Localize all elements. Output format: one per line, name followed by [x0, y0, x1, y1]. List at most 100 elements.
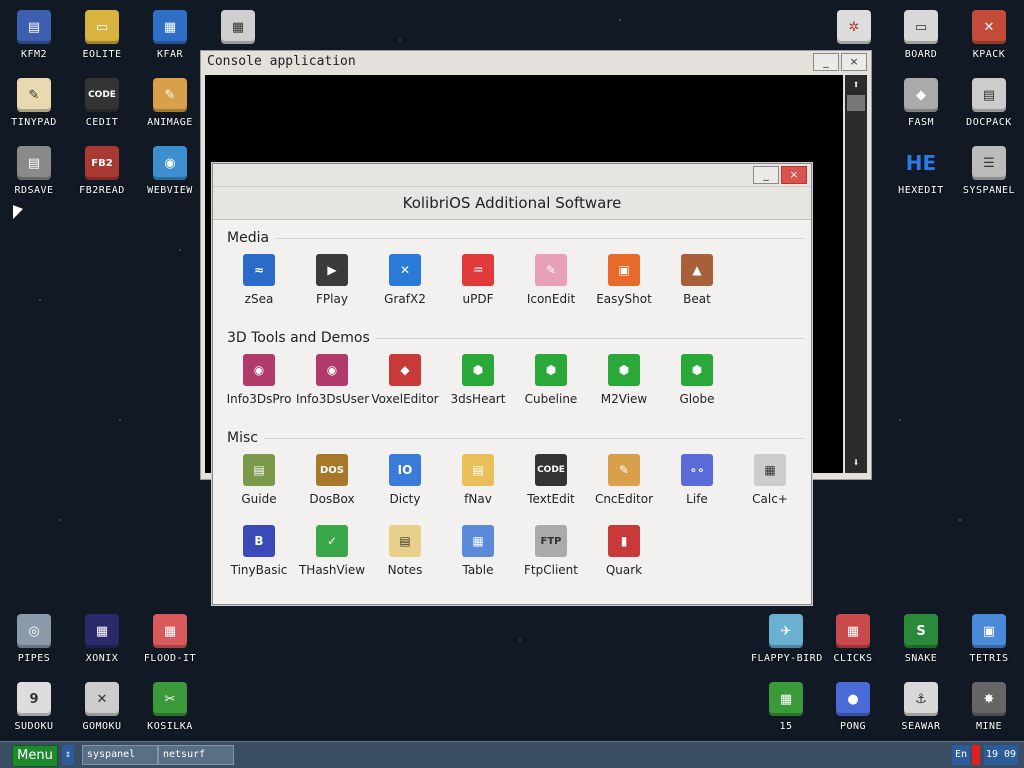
desktop-icon-kfar[interactable]: ▦ KFAR [136, 4, 204, 70]
desktop-icon-label: TINYPAD [11, 117, 57, 128]
file-navigator-icon: ▤ [462, 454, 494, 486]
app-quark[interactable]: ▮ Quark [588, 525, 660, 577]
scroll-down-icon[interactable]: ⬇ [845, 453, 867, 473]
desktop-icon-board[interactable]: ▭ BOARD [887, 4, 955, 70]
app-grafx2[interactable]: ✕ GrafX2 [369, 254, 441, 306]
app-label: Globe [679, 392, 715, 406]
desktop-icon-rdsave[interactable]: ▤ RDSAVE [0, 140, 68, 206]
app-iconedit[interactable]: ✎ IconEdit [515, 254, 587, 306]
desktop-icon-label: FASM [907, 117, 935, 128]
desktop-icon-debug[interactable]: ✲ [820, 4, 888, 44]
app-beat[interactable]: ▲ Beat [661, 254, 733, 306]
app-easyshot[interactable]: ▣ EasyShot [588, 254, 660, 306]
app-info3dspro[interactable]: ◉ Info3DsPro [223, 354, 295, 406]
app-fnav[interactable]: ▤ fNav [442, 454, 514, 506]
desktop-icon-tinypad[interactable]: ✎ TINYPAD [0, 72, 68, 138]
console-scrollbar[interactable]: ⬆ ⬇ [845, 75, 867, 473]
desktop-icon-mine[interactable]: ✸ MINE [955, 676, 1023, 742]
app-fplay[interactable]: ▶ FPlay [296, 254, 368, 306]
globe-icon: ◉ [153, 146, 187, 180]
fifteen-puzzle-icon: ▦ [769, 682, 803, 716]
desktop-icon-seawar[interactable]: ⚓ SEAWAR [887, 676, 955, 742]
desktop-icon-tetris[interactable]: ▣ TETRIS [955, 608, 1023, 674]
desktop-icon-sudoku[interactable]: 9 SUDOKU [0, 676, 68, 742]
language-indicator[interactable]: En [952, 745, 970, 765]
app-label: Life [686, 492, 708, 506]
app-ftpclient[interactable]: FTP FtpClient [515, 525, 587, 577]
desktop-icon-kfm2[interactable]: ▤ KFM2 [0, 4, 68, 70]
desktop-icon-flood-it[interactable]: ▦ FLOOD-IT [136, 608, 204, 674]
app-label: Calc+ [752, 492, 788, 506]
disk-save-icon: ▤ [17, 146, 51, 180]
app-cubeline[interactable]: ⬢ Cubeline [515, 354, 587, 406]
desktop-icon-syspanel[interactable]: ☰ SYSPANEL [955, 140, 1023, 206]
additional-software-window[interactable]: _ × KolibriOS Additional Software Media … [212, 163, 812, 605]
app-label: Info3DsUser [296, 392, 370, 406]
desktop-icon-gomoku[interactable]: ✕ GOMOKU [68, 676, 136, 742]
section-misc: Misc [227, 430, 805, 446]
basic-icon: B [243, 525, 275, 557]
app-textedit[interactable]: CODE TextEdit [515, 454, 587, 506]
app-3dsheart[interactable]: ⬢ 3dsHeart [442, 354, 514, 406]
desktop-icon-eolite[interactable]: ▭ EOLITE [68, 4, 136, 70]
menu-button[interactable]: Menu [12, 745, 58, 767]
app-cnceditor[interactable]: ✎ CncEditor [588, 454, 660, 506]
clock[interactable]: 19 09 [984, 745, 1018, 765]
minimize-button[interactable]: _ [753, 166, 779, 184]
teapot-icon: ◉ [243, 354, 275, 386]
app-label: FtpClient [524, 563, 578, 577]
desktop-icon-webview[interactable]: ◉ WEBVIEW [136, 140, 204, 206]
app-label: Dicty [389, 492, 421, 506]
app-tinybasic[interactable]: B TinyBasic [223, 525, 295, 577]
task-syspanel[interactable]: syspanel [82, 745, 158, 765]
code-icon: CODE [535, 454, 567, 486]
desktop-icon-15[interactable]: ▦ 15 [751, 676, 821, 742]
xonix-icon: ▦ [85, 614, 119, 648]
desktop-icon-clicks[interactable]: ▦ CLICKS [819, 608, 887, 674]
desktop-icon-xonix[interactable]: ▦ XONIX [68, 608, 136, 674]
app-dosbox[interactable]: DOS DosBox [296, 454, 368, 506]
close-button[interactable]: × [841, 53, 867, 71]
desktop-icon-fb2read[interactable]: FB2 FB2READ [68, 140, 136, 206]
taskbar: Menu ⇕ syspanel netsurf En 19 09 [0, 741, 1024, 768]
bird-icon: ✈ [769, 614, 803, 648]
app-thashview[interactable]: ✓ THashView [296, 525, 368, 577]
desktop-icon-label: KFM2 [20, 49, 48, 60]
folder-icon: ▭ [85, 10, 119, 44]
scroll-up-icon[interactable]: ⬆ [845, 75, 867, 95]
app-notes[interactable]: ▤ Notes [369, 525, 441, 577]
metronome-icon: ▲ [681, 254, 713, 286]
task-netsurf[interactable]: netsurf [158, 745, 234, 765]
close-button[interactable]: × [781, 166, 807, 184]
notebook-icon: ▮ [608, 525, 640, 557]
desktop-icon-pipes[interactable]: ◎ PIPES [0, 608, 68, 674]
desktop-icon-label: SNAKE [904, 653, 938, 664]
app-table[interactable]: ▦ Table [442, 525, 514, 577]
desktop-icon-docpack[interactable]: ▤ DOCPACK [955, 72, 1023, 138]
app-voxeleditor[interactable]: ◆ VoxelEditor [369, 354, 441, 406]
desktop-icon-kosilka[interactable]: ✂ KOSILKA [136, 676, 204, 742]
app-zsea[interactable]: ≈ zSea [223, 254, 295, 306]
minimize-button[interactable]: _ [813, 53, 839, 71]
desktop-icon-pong[interactable]: ● PONG [819, 676, 887, 742]
app-life[interactable]: ∘∘ Life [661, 454, 733, 506]
app-calc-plus[interactable]: ▦ Calc+ [734, 454, 806, 506]
desktop-icon-kpack[interactable]: ✕ KPACK [955, 4, 1023, 70]
desktop-icon-hexedit[interactable]: HE HEXEDIT [887, 140, 955, 206]
app-updf[interactable]: ♒ uPDF [442, 254, 514, 306]
app-globe[interactable]: ⬢ Globe [661, 354, 733, 406]
desktop-icon-animage[interactable]: ✎ ANIMAGE [136, 72, 204, 138]
app-m2view[interactable]: ⬢ M2View [588, 354, 660, 406]
app-guide[interactable]: ▤ Guide [223, 454, 295, 506]
app-dicty[interactable]: IO Dicty [369, 454, 441, 506]
desktop-icon-snake[interactable]: S SNAKE [887, 608, 955, 674]
scroll-thumb[interactable] [847, 95, 865, 111]
desktop-icon-fasm[interactable]: ◆ FASM [887, 72, 955, 138]
desktop-icon-flappy-bird[interactable]: ✈ FLAPPY-BIRD [751, 608, 822, 674]
desktop-icon-calculator[interactable]: ▦ [204, 4, 272, 44]
desktop-icon-cedit[interactable]: CODE CEDIT [68, 72, 136, 138]
pdf-icon: ♒ [462, 254, 494, 286]
switch-icon[interactable]: ⇕ [62, 745, 74, 765]
window-titlebar[interactable]: _ × [213, 164, 811, 187]
app-info3dsuser[interactable]: ◉ Info3DsUser [296, 354, 370, 406]
